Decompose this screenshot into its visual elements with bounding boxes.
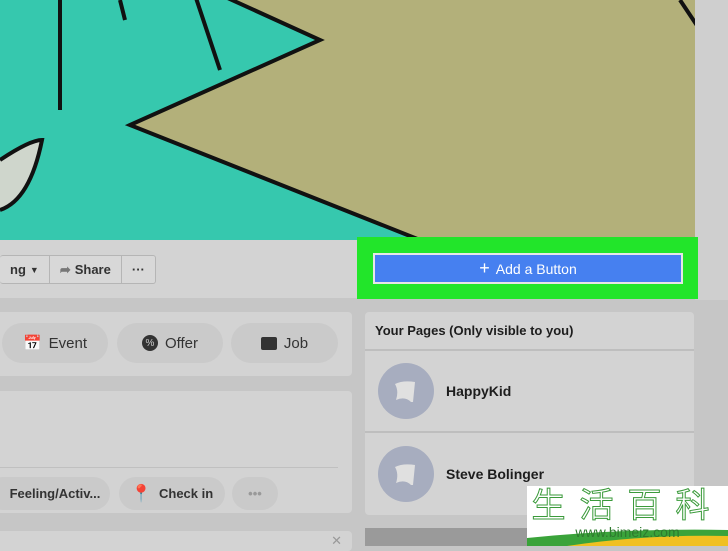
watermark-logo: 生活百科 www.bimeiz.com — [527, 486, 728, 546]
like-dropdown-button[interactable]: ng ▼ — [0, 256, 50, 283]
cover-photo[interactable] — [0, 0, 695, 240]
more-composer-button[interactable]: ••• — [232, 477, 278, 510]
calendar-icon: 📅 — [22, 335, 42, 352]
post-text-area[interactable] — [0, 393, 346, 465]
divider — [0, 467, 338, 468]
plus-icon: + — [479, 258, 490, 278]
job-button[interactable]: Job — [231, 323, 338, 363]
share-arrow-icon: ➦ — [59, 261, 71, 277]
percent-badge-icon: % — [141, 335, 158, 351]
event-button[interactable]: 📅 Event — [2, 323, 108, 363]
feeling-activity-button[interactable]: Feeling/Activ... — [0, 477, 110, 510]
check-in-button[interactable]: 📍 Check in — [119, 477, 225, 510]
location-pin-icon: 📍 — [130, 483, 152, 503]
briefcase-icon — [260, 336, 277, 350]
page-background — [695, 0, 728, 300]
offer-button[interactable]: % Offer — [117, 323, 223, 363]
next-card: ✕ — [0, 531, 352, 551]
flag-icon — [378, 363, 434, 419]
your-pages-title: Your Pages (Only visible to you) — [365, 312, 694, 351]
more-options-button[interactable]: ··· — [122, 256, 155, 283]
close-icon[interactable]: ✕ — [331, 533, 342, 549]
action-button-group: ng ▼ ➦ Share ··· — [0, 255, 156, 284]
add-a-button-button[interactable]: + Add a Button — [373, 253, 683, 284]
your-pages-card: Your Pages (Only visible to you) HappyKi… — [365, 312, 694, 515]
share-button[interactable]: ➦ Share — [50, 256, 122, 283]
composer-card: Feeling/Activ... 📍 Check in ••• — [0, 391, 352, 513]
create-post-card: 📅 Event % Offer Job — [0, 312, 352, 376]
page-item[interactable]: HappyKid — [365, 351, 694, 433]
flag-icon — [378, 446, 434, 502]
caret-down-icon: ▼ — [29, 264, 39, 275]
